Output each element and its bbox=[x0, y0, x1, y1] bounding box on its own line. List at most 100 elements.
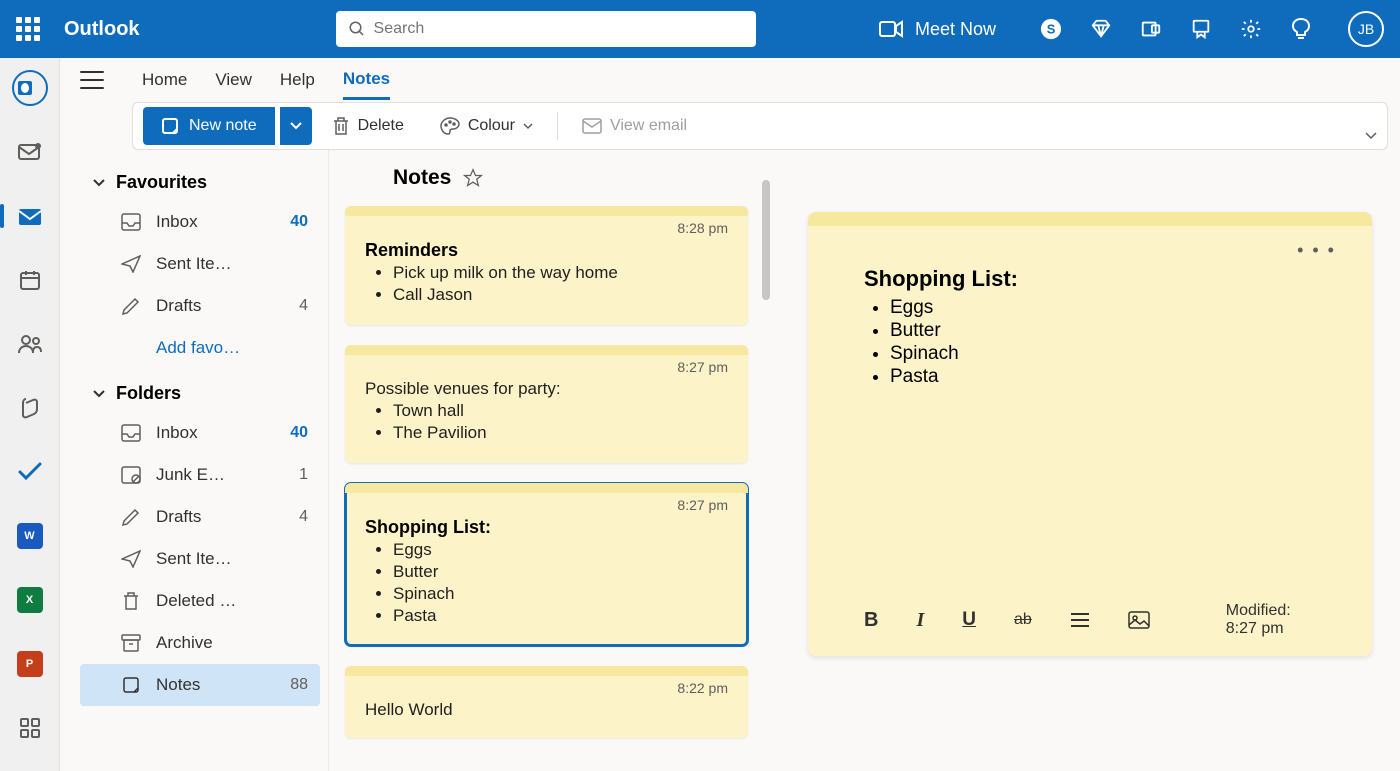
junk-icon bbox=[120, 464, 142, 486]
tab-home[interactable]: Home bbox=[142, 62, 187, 98]
rail-todo[interactable] bbox=[10, 452, 50, 492]
inbox-icon bbox=[120, 422, 142, 444]
note-editor[interactable]: • • • Shopping List: EggsButterSpinachPa… bbox=[808, 212, 1372, 656]
note-card[interactable]: 8:27 pm Possible venues for party:Town ha… bbox=[345, 345, 748, 463]
palette-icon bbox=[440, 117, 460, 135]
rail-mail[interactable] bbox=[10, 196, 50, 236]
archive-icon bbox=[120, 632, 142, 654]
strikethrough-button[interactable]: ab bbox=[1014, 611, 1032, 629]
draft-icon bbox=[120, 506, 142, 528]
draft-icon bbox=[120, 295, 142, 317]
ribbon-tabs: Home View Help Notes bbox=[60, 58, 1400, 102]
note-title: Reminders bbox=[365, 240, 728, 261]
folder-inbox-fav[interactable]: Inbox 40 bbox=[80, 201, 320, 243]
note-preview: Town hallThe Pavilion bbox=[365, 401, 728, 443]
editor-body[interactable]: EggsButterSpinachPasta bbox=[864, 296, 1316, 389]
folder-pane: Favourites Inbox 40 Sent Ite… Drafts 4 bbox=[72, 150, 328, 771]
note-text: Possible venues for party: bbox=[365, 379, 728, 399]
folder-drafts[interactable]: Drafts 4 bbox=[80, 496, 320, 538]
note-card[interactable]: 8:28 pm RemindersPick up milk on the way … bbox=[345, 206, 748, 325]
mail-icon bbox=[582, 118, 602, 134]
video-icon bbox=[879, 20, 903, 38]
note-preview: Pick up milk on the way homeCall Jason bbox=[365, 263, 728, 305]
new-note-dropdown[interactable] bbox=[280, 107, 312, 145]
ribbon-icon[interactable] bbox=[1190, 18, 1212, 40]
note-icon bbox=[161, 117, 179, 135]
settings-icon[interactable] bbox=[1240, 18, 1262, 40]
ribbon-expand-icon[interactable] bbox=[1365, 132, 1377, 140]
rail-outlook-logo[interactable] bbox=[10, 68, 50, 108]
notes-list-header: Notes bbox=[329, 150, 772, 202]
skype-icon[interactable]: S bbox=[1040, 18, 1062, 40]
chevron-down-icon bbox=[92, 178, 106, 188]
note-card[interactable]: 8:27 pmShopping List:EggsButterSpinachPa… bbox=[345, 483, 748, 646]
folder-sent[interactable]: Sent Ite… bbox=[80, 538, 320, 580]
list-scrollbar[interactable] bbox=[762, 180, 770, 300]
bold-button[interactable]: B bbox=[864, 609, 878, 632]
rail-excel[interactable]: X bbox=[10, 580, 50, 620]
rail-files[interactable] bbox=[10, 388, 50, 428]
chevron-down-icon bbox=[290, 122, 302, 130]
editor-more-icon[interactable]: • • • bbox=[1297, 240, 1336, 261]
folder-drafts-fav[interactable]: Drafts 4 bbox=[80, 285, 320, 327]
folder-inbox[interactable]: Inbox 40 bbox=[80, 412, 320, 454]
reading-pane: • • • Shopping List: EggsButterSpinachPa… bbox=[772, 150, 1400, 771]
note-time: 8:27 pm bbox=[365, 359, 728, 375]
italic-button[interactable]: I bbox=[916, 609, 924, 632]
account-avatar[interactable]: JB bbox=[1348, 11, 1384, 47]
notes-list-pane: Notes 8:28 pm RemindersPick up milk on th… bbox=[328, 150, 772, 771]
rail-people[interactable] bbox=[10, 324, 50, 364]
add-favourite-link[interactable]: Add favo… bbox=[80, 327, 320, 369]
note-preview: EggsButterSpinachPasta bbox=[365, 540, 728, 626]
folder-sent-fav[interactable]: Sent Ite… bbox=[80, 243, 320, 285]
search-input[interactable] bbox=[374, 20, 744, 38]
chevron-down-icon bbox=[523, 123, 533, 130]
send-icon bbox=[120, 548, 142, 570]
tab-notes[interactable]: Notes bbox=[343, 61, 390, 100]
search-box[interactable] bbox=[336, 11, 756, 47]
toolbar-divider bbox=[557, 112, 558, 140]
folders-header[interactable]: Folders bbox=[80, 375, 320, 412]
nav-toggle-icon[interactable] bbox=[80, 71, 104, 89]
note-text: Hello World bbox=[365, 700, 728, 720]
trash-icon bbox=[120, 590, 142, 612]
colour-button[interactable]: Colour bbox=[424, 107, 549, 145]
rail-more-apps[interactable] bbox=[10, 708, 50, 748]
note-time: 8:22 pm bbox=[365, 680, 728, 696]
image-button[interactable] bbox=[1128, 611, 1150, 629]
tab-help[interactable]: Help bbox=[280, 62, 315, 98]
favourites-header[interactable]: Favourites bbox=[80, 164, 320, 201]
left-app-rail: W X P bbox=[0, 58, 60, 771]
new-note-button[interactable]: New note bbox=[143, 107, 275, 145]
folder-junk[interactable]: Junk E… 1 bbox=[80, 454, 320, 496]
chevron-down-icon bbox=[92, 389, 106, 399]
note-time: 8:28 pm bbox=[365, 220, 728, 236]
rail-word[interactable]: W bbox=[10, 516, 50, 556]
folder-archive[interactable]: Archive bbox=[80, 622, 320, 664]
note-card[interactable]: 8:22 pm Hello World bbox=[345, 666, 748, 738]
editor-title[interactable]: Shopping List: bbox=[864, 266, 1316, 292]
app-brand: Outlook bbox=[64, 18, 140, 41]
view-email-button: View email bbox=[566, 107, 703, 145]
underline-button[interactable]: U bbox=[962, 609, 976, 631]
teams-icon[interactable] bbox=[1140, 18, 1162, 40]
rail-calendar[interactable] bbox=[10, 260, 50, 300]
folder-notes[interactable]: Notes 88 bbox=[80, 664, 320, 706]
editor-toolbar: B I U ab Modified: 8:27 pm bbox=[864, 602, 1316, 656]
rail-mail-new[interactable] bbox=[10, 132, 50, 172]
star-icon[interactable] bbox=[463, 168, 483, 188]
note-title: Shopping List: bbox=[365, 517, 728, 538]
send-icon bbox=[120, 253, 142, 275]
rail-powerpoint[interactable]: P bbox=[10, 644, 50, 684]
premium-icon[interactable] bbox=[1090, 18, 1112, 40]
app-launcher-icon[interactable] bbox=[16, 17, 40, 41]
bullet-list-button[interactable] bbox=[1070, 612, 1090, 628]
modified-label: Modified: 8:27 pm bbox=[1226, 602, 1316, 638]
folder-deleted[interactable]: Deleted … bbox=[80, 580, 320, 622]
meet-now-button[interactable]: Meet Now bbox=[879, 19, 996, 40]
command-toolbar: New note Delete Colour View email bbox=[132, 102, 1388, 150]
tips-icon[interactable] bbox=[1290, 18, 1312, 40]
tab-view[interactable]: View bbox=[215, 62, 252, 98]
delete-button[interactable]: Delete bbox=[316, 107, 420, 145]
trash-icon bbox=[332, 116, 350, 136]
